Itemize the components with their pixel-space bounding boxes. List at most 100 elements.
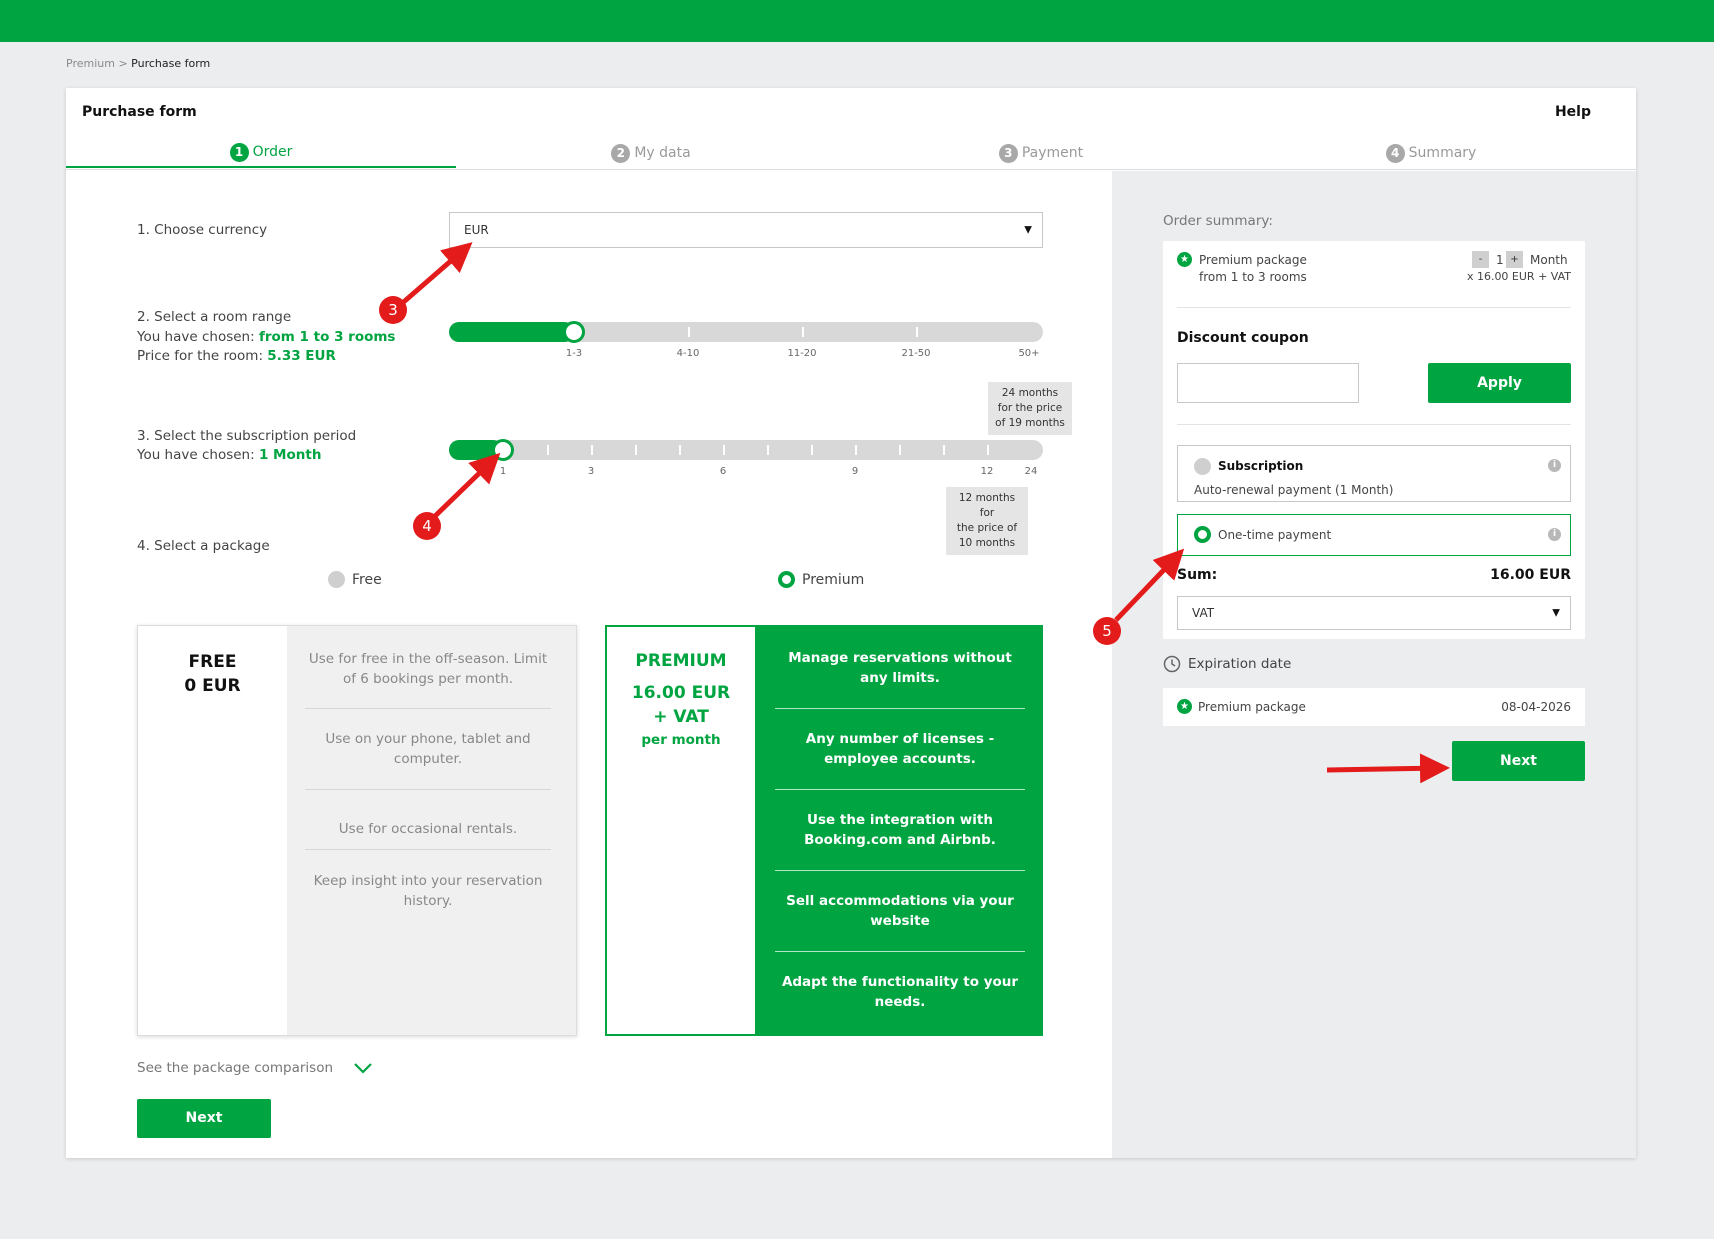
one-time-radio[interactable] [1194, 526, 1211, 543]
stepper: 1 Order 2 My data 3 Payment 4 Summary [66, 138, 1636, 170]
currency-value: EUR [464, 223, 489, 237]
step-order[interactable]: 1 Order [66, 138, 456, 168]
apply-coupon-button[interactable]: Apply [1428, 363, 1571, 403]
slider-tick [723, 445, 725, 455]
premium-package-vat: + VAT [653, 707, 709, 727]
slider-tick [943, 445, 945, 455]
one-time-label: One-time payment [1218, 528, 1332, 542]
period-tick-label: 6 [719, 466, 727, 477]
room-price: Price for the room: 5.33 EUR [137, 347, 336, 365]
breadcrumb-root[interactable]: Premium [66, 57, 115, 70]
subscription-title: Subscription [1218, 459, 1304, 473]
slider-tick [679, 445, 681, 455]
expiration-date-value: 08-04-2026 [1501, 700, 1571, 714]
slider-tick [855, 445, 857, 455]
premium-package-card[interactable]: PREMIUM 16.00 EUR + VAT per month Manage… [605, 625, 1043, 1036]
summary-package-sub: from 1 to 3 rooms [1199, 270, 1307, 284]
free-package-price: 0 EUR [184, 676, 241, 696]
star-icon: ★ [1177, 699, 1192, 714]
slider-tick [802, 327, 804, 337]
room-range-label: 2. Select a room range [137, 309, 292, 325]
radio-free[interactable]: Free [328, 571, 382, 588]
package-comparison-link[interactable]: See the package comparison [137, 1059, 372, 1077]
tooltip-line: for the price [997, 402, 1063, 414]
period-label: 3. Select the subscription period [137, 428, 357, 444]
period-tick-label: 3 [587, 466, 595, 477]
vat-select[interactable]: VAT ▼ [1177, 596, 1571, 630]
step-summary[interactable]: 4 Summary [1236, 138, 1626, 168]
next-button-left[interactable]: Next [137, 1099, 271, 1138]
qty-increase-button[interactable]: + [1506, 251, 1523, 268]
premium-feature: Manage reservations without any limits. [788, 650, 1012, 686]
help-link[interactable]: Help [1555, 104, 1591, 120]
card-header: Purchase form Help 1 Order 2 My data 3 P… [66, 88, 1636, 170]
premium-package-name: PREMIUM [635, 651, 727, 671]
subscription-radio[interactable] [1194, 458, 1211, 475]
subscription-sub: Auto-renewal payment (1 Month) [1194, 483, 1394, 497]
radio-free-dot[interactable] [328, 571, 345, 588]
room-tick-label: 21-50 [901, 348, 931, 359]
free-feature: Keep insight into your reservation histo… [313, 873, 543, 909]
breadcrumb-current: Purchase form [131, 57, 211, 70]
room-tick-label: 4-10 [676, 348, 700, 359]
order-summary-box: ★ Premium package from 1 to 3 rooms - 1 … [1163, 241, 1585, 639]
step-label: Order [252, 144, 293, 160]
room-range-slider[interactable] [449, 321, 1043, 343]
next-button-right[interactable]: Next [1452, 741, 1585, 781]
star-icon: ★ [1177, 252, 1192, 267]
info-icon[interactable]: i [1548, 528, 1561, 541]
feature-divider [775, 708, 1025, 709]
slider-tick [916, 327, 918, 337]
period-slider[interactable] [449, 439, 1043, 461]
slider-tick [899, 445, 901, 455]
free-feature: Use for free in the off-season. Limit of… [308, 651, 548, 687]
discount-coupon-label: Discount coupon [1177, 330, 1309, 346]
radio-premium-label: Premium [802, 571, 865, 588]
step-label: Summary [1408, 145, 1477, 161]
room-chosen-value: from 1 to 3 rooms [258, 329, 396, 345]
room-slider-fill [449, 322, 574, 342]
step-number: 3 [998, 143, 1018, 163]
feature-divider [775, 951, 1025, 952]
subscription-option[interactable]: Subscription Auto-renewal payment (1 Mon… [1177, 445, 1571, 502]
step-number: 2 [611, 143, 631, 163]
feature-divider [305, 789, 551, 790]
radio-premium[interactable]: Premium [778, 571, 864, 588]
room-tick-label: 50+ [1018, 348, 1040, 359]
room-slider-handle[interactable] [563, 321, 585, 343]
step-number: 4 [1385, 143, 1405, 163]
sum-label: Sum: [1177, 567, 1218, 583]
free-feature: Use on your phone, tablet and computer. [325, 731, 531, 767]
room-range-chosen: You have chosen: from 1 to 3 rooms [137, 328, 395, 346]
coupon-input[interactable] [1177, 363, 1359, 403]
clock-icon [1163, 655, 1181, 673]
annotation-badge: 5 [1093, 617, 1121, 645]
qty-value: 1 [1496, 253, 1504, 267]
order-summary-title: Order summary: [1163, 213, 1273, 229]
currency-select[interactable]: EUR ▼ [449, 212, 1043, 248]
premium-feature: Any number of licenses - employee accoun… [805, 731, 995, 767]
premium-package-price: 16.00 EUR [631, 683, 731, 703]
slider-tick [591, 445, 593, 455]
premium-feature: Sell accommodations via your website [786, 893, 1014, 929]
step-payment[interactable]: 3 Payment [846, 138, 1236, 168]
period-tick-label: 12 [980, 466, 994, 477]
premium-package-period: per month [641, 732, 721, 748]
expiration-date-label: Expiration date [1188, 656, 1292, 672]
qty-decrease-button[interactable]: - [1472, 251, 1489, 268]
period-chosen-value: 1 Month [258, 447, 322, 463]
premium-feature: Use the integration with Booking.com and… [804, 812, 996, 848]
tooltip-line: 24 months [1001, 387, 1059, 399]
summary-package-name: Premium package [1199, 253, 1307, 267]
one-time-payment-option[interactable]: One-time payment i [1177, 514, 1571, 556]
feature-divider [305, 849, 551, 850]
chevron-down-icon: ▼ [1024, 224, 1032, 236]
radio-premium-dot[interactable] [778, 571, 795, 588]
free-package-card[interactable]: FREE 0 EUR Use for free in the off-seaso… [137, 625, 577, 1036]
page-title: Purchase form [82, 104, 197, 120]
period-slider-handle[interactable] [492, 439, 514, 461]
breadcrumb: Premium > Purchase form [66, 57, 210, 70]
step-my-data[interactable]: 2 My data [456, 138, 846, 168]
slider-tick [688, 327, 690, 337]
info-icon[interactable]: i [1548, 459, 1561, 472]
